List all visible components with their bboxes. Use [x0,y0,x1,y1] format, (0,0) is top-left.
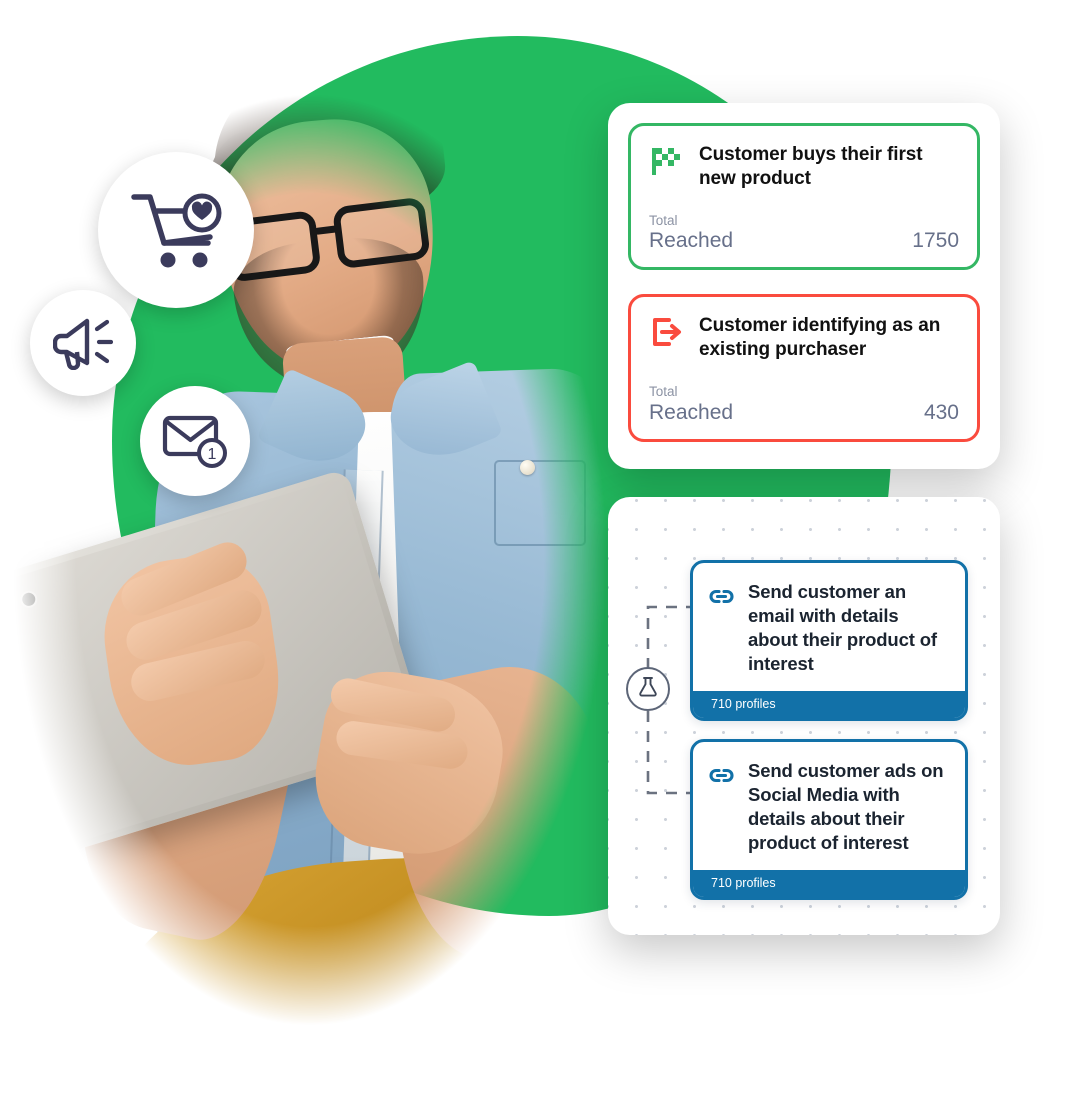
link-icon [708,583,735,610]
stats-panel: Customer buys their first new product To… [608,103,1000,469]
stat-metric-small: Total [649,384,678,400]
photo-illustration [0,40,661,1108]
flow-panel: Send customer an email with details abou… [608,497,1000,935]
stat-metric-small: Total [649,212,678,228]
stat-metric-value: 430 [923,400,959,424]
flow-node-email[interactable]: Send customer an email with details abou… [690,560,968,722]
flow-node-social-ads[interactable]: Send customer ads on Social Media with d… [690,739,968,901]
flow-node-title: Send customer ads on Social Media with d… [748,760,944,854]
flask-icon [636,675,660,704]
megaphone-badge [30,290,136,396]
stat-card-conversion[interactable]: Customer buys their first new product To… [628,123,980,271]
stat-card-header: Customer identifying as an existing purc… [649,313,959,362]
shopping-cart-heart-icon [130,189,222,271]
stat-card-title: Customer identifying as an existing purc… [699,315,941,361]
composition-stage: 1 Customer buys their first new product … [0,0,1080,1108]
link-icon [708,762,735,789]
stat-card-identification[interactable]: Customer identifying as an existing purc… [628,294,980,442]
hero-photo [0,40,661,1108]
flow-node-footer: 710 profiles [693,870,965,898]
stat-metric-label: Reached [649,229,734,253]
flow-node-body: Send customer ads on Social Media with d… [693,742,965,870]
flow-node-footer: 710 profiles [693,691,965,719]
mail-badge-count: 1 [208,446,217,463]
stat-metric-label: Reached [649,400,734,424]
stat-card-metric: Total Reached 430 [649,384,959,425]
flow-node-body: Send customer an email with details abou… [693,563,965,691]
stat-card-header: Customer buys their first new product [649,142,959,191]
flow-node-title: Send customer an email with details abou… [748,581,937,675]
lens-right [331,196,431,270]
stat-metric-row: Reached 430 [649,401,959,425]
mail-badge: 1 [140,386,250,496]
checkered-flag-icon [649,144,683,178]
shirt-pocket [494,460,586,546]
stat-metric-value: 1750 [912,229,959,253]
ab-split-node[interactable] [626,667,670,711]
cart-badge [98,152,254,308]
stat-card-title: Customer buys their first new product [699,144,923,189]
stat-card-metric: Total Reached 1750 [649,213,959,254]
pocket-button [520,460,535,475]
stat-metric-row: Reached 1750 [649,229,959,253]
megaphone-icon [53,316,113,370]
envelope-icon: 1 [162,413,228,469]
exit-arrow-icon [649,315,683,349]
